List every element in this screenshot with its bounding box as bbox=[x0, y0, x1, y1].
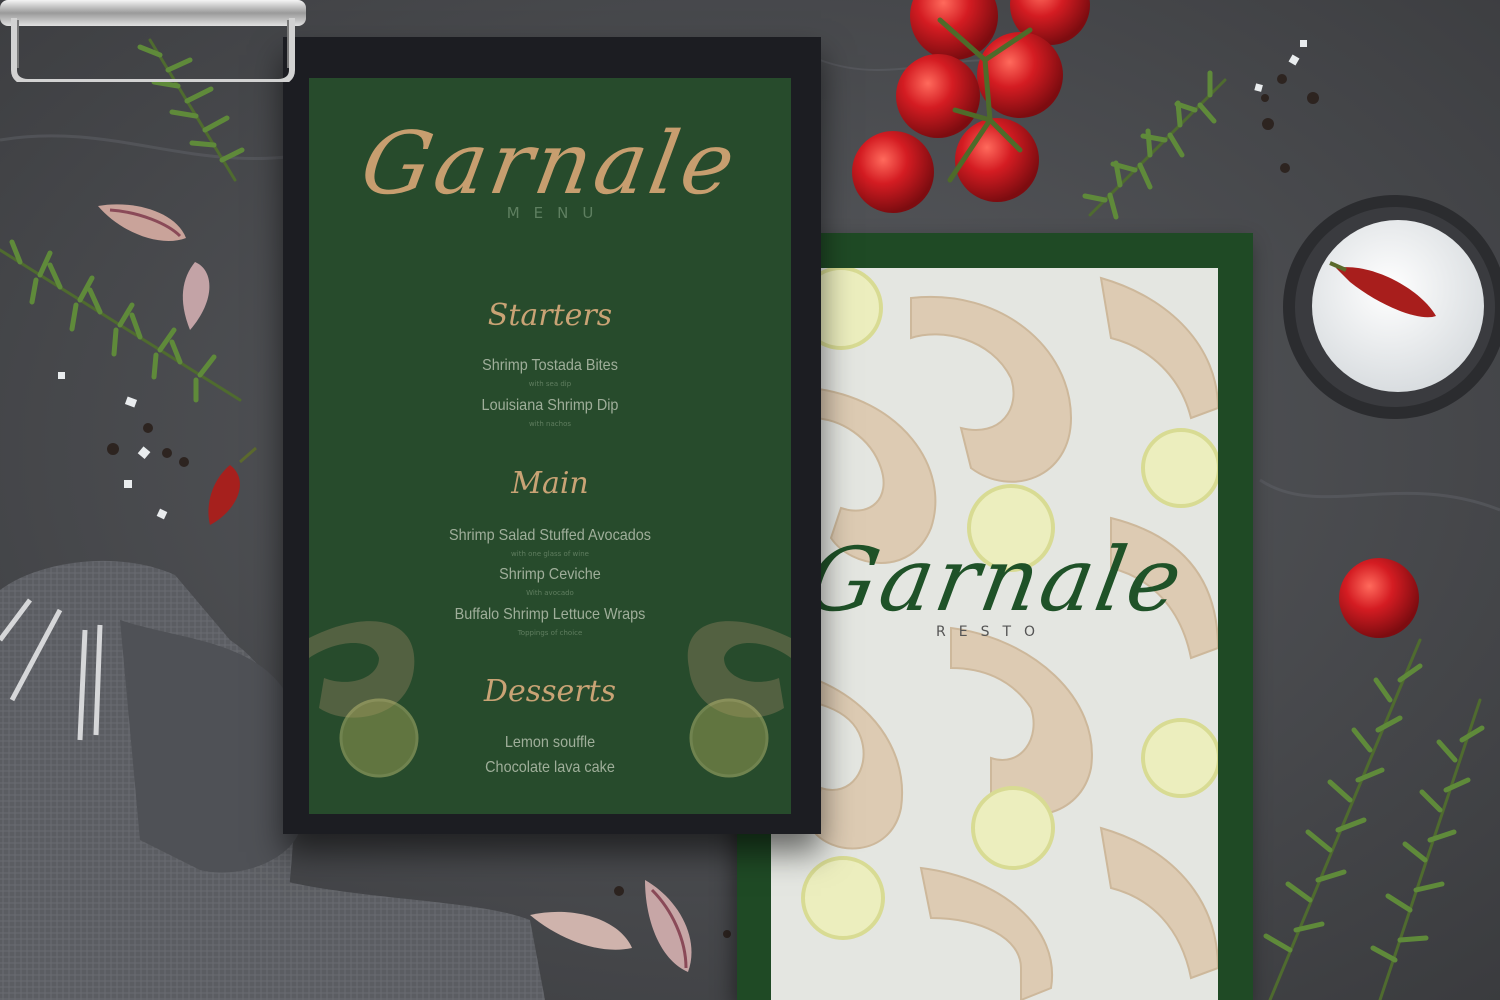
section-title-starters: Starters bbox=[487, 298, 613, 333]
menu-item-name: Shrimp Ceviche bbox=[499, 566, 601, 583]
section-title-main: Main bbox=[511, 466, 589, 501]
cover-subtitle: RESTO bbox=[936, 624, 1049, 640]
menu-item-note: with sea dip bbox=[528, 380, 572, 388]
menu-item-note: With avocado bbox=[526, 589, 574, 597]
menu-item-note: with nachos bbox=[528, 420, 572, 428]
tabletop-scene: Garnale RESTO Garnale MENU Starters Shri… bbox=[0, 0, 1500, 1000]
menu-item-name: Louisiana Shrimp Dip bbox=[481, 397, 619, 414]
menu-subtitle: MENU bbox=[506, 204, 608, 222]
menu-item-note: Toppings of choice bbox=[517, 629, 583, 637]
menu-item-name: Shrimp Salad Stuffed Avocados bbox=[448, 527, 651, 544]
menu-item-name: Lemon souffle bbox=[504, 734, 596, 751]
section-title-desserts: Desserts bbox=[483, 674, 617, 709]
menu-item-note: with one glass of wine bbox=[511, 550, 589, 558]
metal-clip bbox=[0, 0, 306, 82]
menu-item-name: Chocolate lava cake bbox=[485, 759, 615, 776]
menu-item-name: Shrimp Tostada Bites bbox=[482, 357, 618, 374]
salt-bowl bbox=[1283, 195, 1500, 419]
menu-sheet: Garnale MENU Starters Shrimp Tostada Bit… bbox=[309, 78, 791, 814]
menu-item-name: Buffalo Shrimp Lettuce Wraps bbox=[454, 606, 646, 623]
menu-brand-title: Garnale bbox=[354, 114, 746, 214]
cover-brand-title: Garnale bbox=[798, 528, 1193, 631]
